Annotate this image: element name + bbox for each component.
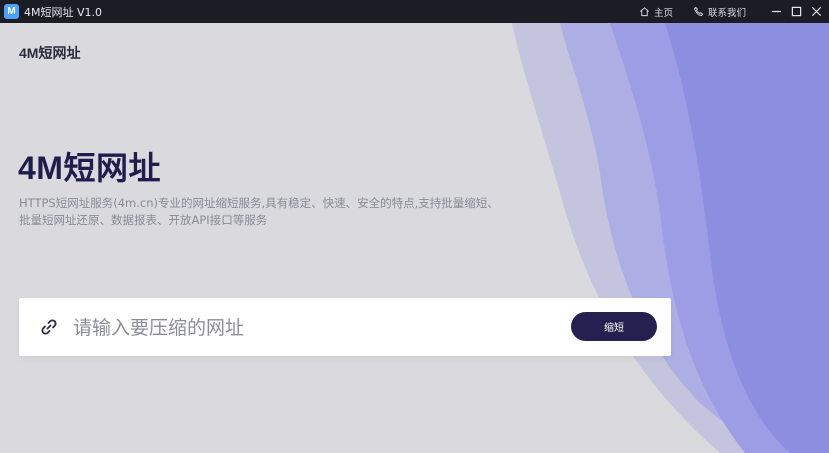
nav-contact-label: 联系我们: [707, 7, 746, 19]
window-title: 4M短网址 V1.0: [24, 5, 103, 19]
app-logo-icon: M: [4, 4, 19, 19]
maximize-button[interactable]: [786, 0, 806, 23]
link-icon: [41, 319, 57, 335]
url-input[interactable]: [71, 310, 555, 346]
brand-name: 4M短网址: [19, 45, 81, 61]
close-icon: [811, 6, 821, 17]
window-titlebar: M 4M短网址 V1.0 主页 联系我们: [0, 0, 829, 23]
background-wave-decoration: [512, 23, 829, 453]
main-content: 4M短网址 4M短网址 HTTPS短网址服务(4m.cn)专业的网址缩短服务,具…: [0, 23, 829, 453]
nav-home-link[interactable]: 主页: [639, 5, 673, 19]
shorten-button[interactable]: 缩短: [571, 312, 657, 341]
close-button[interactable]: [806, 0, 826, 23]
home-icon: [640, 7, 649, 17]
nav-home-label: 主页: [653, 7, 673, 19]
titlebar-controls: 主页 联系我们: [639, 0, 829, 23]
hero-title: 4M短网址: [18, 150, 161, 186]
hero-description: HTTPS短网址服务(4m.cn)专业的网址缩短服务,具有稳定、快速、安全的特点…: [19, 196, 499, 227]
maximize-icon: [791, 6, 801, 17]
minimize-icon: [771, 10, 781, 13]
phone-icon: [693, 6, 704, 17]
url-shorten-form: 缩短: [19, 298, 671, 356]
nav-contact-link[interactable]: 联系我们: [693, 5, 746, 19]
minimize-button[interactable]: [766, 0, 786, 23]
